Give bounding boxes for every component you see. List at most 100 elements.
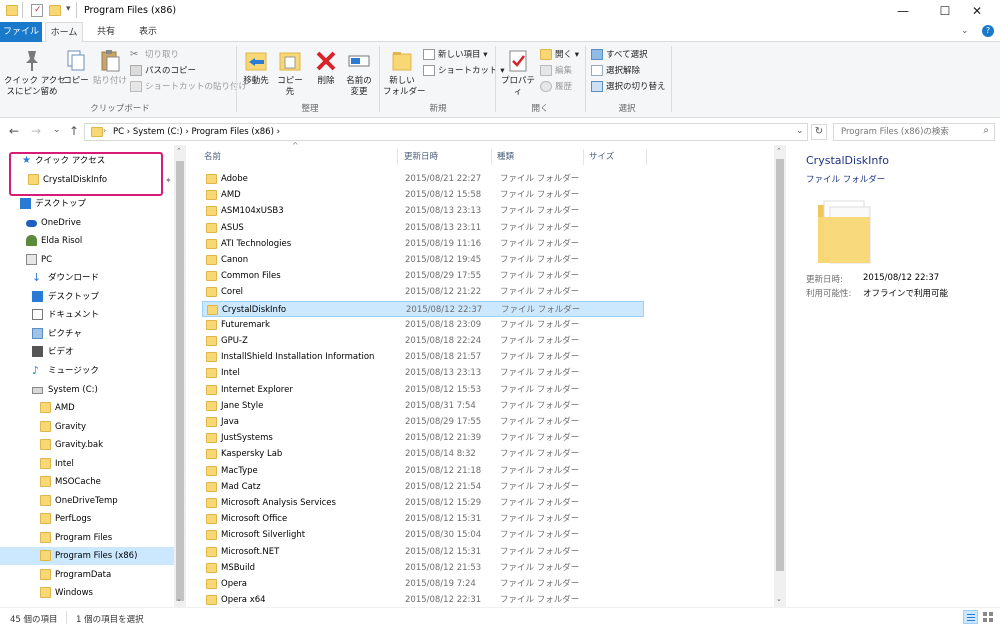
nav-folder[interactable]: MSOCache [0, 473, 174, 491]
table-row[interactable]: ASM104xUSB3 2015/08/13 23:13 ファイル フォルダー [202, 203, 644, 219]
properties-button[interactable]: プロパティ [499, 48, 537, 98]
move-to-button[interactable]: 移動先 [240, 48, 272, 87]
minimize-button[interactable]: — [880, 0, 926, 22]
nav-folder[interactable]: Program Files (x86) [0, 547, 174, 565]
scroll-up-icon[interactable]: ⌃ [176, 147, 182, 155]
nav-user[interactable]: Elda Risol [0, 232, 174, 250]
details-view-icon[interactable] [963, 610, 978, 624]
recent-locations-icon[interactable]: ⌄ [53, 125, 61, 135]
up-arrow-icon[interactable]: ↑ [69, 124, 79, 138]
nav-music[interactable]: ♪ ミュージック [0, 362, 174, 380]
nav-pictures[interactable]: ピクチャ [0, 325, 174, 343]
column-header-name[interactable]: 名前 [204, 150, 221, 162]
list-scrollbar[interactable]: ⌃ ⌄ [774, 145, 786, 607]
table-row[interactable]: JustSystems 2015/08/12 21:39 ファイル フォルダー [202, 430, 644, 446]
invert-selection-button[interactable]: 選択の切り替え [591, 79, 666, 95]
paste-shortcut-button[interactable]: ショートカットの貼り付け [130, 79, 247, 95]
address-bar[interactable]: › PC › System (C:) › Program Files (x86)… [84, 123, 808, 141]
nav-folder[interactable]: OneDriveTemp [0, 492, 174, 510]
table-row[interactable]: GPU-Z 2015/08/18 22:24 ファイル フォルダー [202, 333, 644, 349]
shortcut-button[interactable]: ショートカット ▾ [423, 63, 504, 79]
nav-documents[interactable]: ドキュメント [0, 306, 174, 324]
refresh-icon[interactable]: ↻ [811, 124, 827, 140]
column-divider[interactable] [397, 149, 398, 165]
table-row[interactable]: Microsoft.NET 2015/08/12 15:31 ファイル フォルダー [202, 544, 644, 560]
nav-folder[interactable]: PerfLogs [0, 510, 174, 528]
back-arrow-icon[interactable]: ← [9, 124, 19, 138]
help-icon[interactable]: ? [982, 25, 994, 37]
nav-folder[interactable]: AMD [0, 399, 174, 417]
nav-onedrive[interactable]: OneDrive [0, 214, 174, 232]
column-header-type[interactable]: 種類 [497, 150, 514, 162]
address-dropdown-icon[interactable]: ⌄ [796, 126, 804, 136]
table-row[interactable]: Opera 2015/08/19 7:24 ファイル フォルダー [202, 576, 644, 592]
copy-to-button[interactable]: コピー先 [274, 48, 306, 98]
table-row[interactable]: Common Files 2015/08/29 17:55 ファイル フォルダー [202, 268, 644, 284]
table-row[interactable]: Kaspersky Lab 2015/08/14 8:32 ファイル フォルダー [202, 446, 644, 462]
cut-button[interactable]: ✂ 切り取り [130, 47, 179, 63]
nav-desktop[interactable]: デスクトップ [0, 195, 174, 213]
history-button[interactable]: 履歴 [540, 79, 572, 95]
nav-system-drive[interactable]: System (C:) [0, 381, 174, 399]
nav-scrollbar[interactable]: ⌃ ⌄ [174, 145, 186, 607]
nav-folder[interactable]: Intel [0, 455, 174, 473]
copy-button[interactable]: コピー [62, 48, 90, 87]
large-icons-view-icon[interactable] [981, 610, 995, 624]
close-button[interactable]: ✕ [954, 0, 1000, 22]
table-row[interactable]: AMD 2015/08/12 15:58 ファイル フォルダー [202, 187, 644, 203]
table-row[interactable]: Intel 2015/08/13 23:13 ファイル フォルダー [202, 365, 644, 381]
tab-file[interactable]: ファイル [0, 22, 42, 42]
ribbon-collapse-icon[interactable]: ⌄ [961, 26, 969, 36]
table-row[interactable]: MSBuild 2015/08/12 21:53 ファイル フォルダー [202, 560, 644, 576]
select-none-button[interactable]: 選択解除 [591, 63, 640, 79]
table-row[interactable]: Java 2015/08/29 17:55 ファイル フォルダー [202, 414, 644, 430]
pin-quick-access-button[interactable]: クイック アクセ スにピン留め [4, 48, 66, 98]
table-row[interactable]: Canon 2015/08/12 19:45 ファイル フォルダー [202, 252, 644, 268]
breadcrumb[interactable]: PC › System (C:) › Program Files (x86) › [113, 127, 280, 137]
table-row[interactable]: Futuremark 2015/08/18 23:09 ファイル フォルダー [202, 317, 644, 333]
table-row[interactable]: Microsoft Analysis Services 2015/08/12 15… [202, 495, 644, 511]
nav-pc[interactable]: PC [0, 251, 174, 269]
column-divider[interactable] [583, 149, 584, 165]
search-box[interactable]: ⌕ [833, 123, 995, 141]
tab-share[interactable]: 共有 [88, 22, 124, 42]
new-folder-button[interactable]: 新しい フォルダー [383, 48, 426, 98]
edit-button[interactable]: 編集 [540, 63, 572, 79]
table-row[interactable]: Internet Explorer 2015/08/12 15:53 ファイル フォ… [202, 382, 644, 398]
properties-qat-icon[interactable]: ✓ [31, 4, 43, 17]
nav-desktop-2[interactable]: デスクトップ [0, 288, 174, 306]
table-row[interactable]: InstallShield Installation Information 20… [202, 349, 644, 365]
copy-path-button[interactable]: パスのコピー [130, 63, 196, 79]
new-item-button[interactable]: 新しい項目 ▾ [423, 47, 487, 63]
column-divider[interactable] [491, 149, 492, 165]
table-row[interactable]: Mad Catz 2015/08/12 21:54 ファイル フォルダー [202, 479, 644, 495]
table-row[interactable]: Microsoft Office 2015/08/12 15:31 ファイル フォル… [202, 511, 644, 527]
table-row[interactable]: ASUS 2015/08/13 23:11 ファイル フォルダー [202, 220, 644, 236]
table-row[interactable]: Corel 2015/08/12 21:22 ファイル フォルダー [202, 284, 644, 300]
table-row[interactable]: ATI Technologies 2015/08/19 11:16 ファイル フォル… [202, 236, 644, 252]
select-all-button[interactable]: すべて選択 [591, 47, 648, 63]
column-header-date[interactable]: 更新日時 [404, 150, 438, 162]
nav-downloads[interactable]: ↓ ダウンロード [0, 269, 174, 287]
nav-videos[interactable]: ビデオ [0, 343, 174, 361]
table-row[interactable]: Adobe 2015/08/21 22:27 ファイル フォルダー [202, 171, 644, 187]
nav-folder[interactable]: Gravity [0, 418, 174, 436]
tab-view[interactable]: 表示 [130, 22, 166, 42]
column-divider[interactable] [646, 149, 647, 165]
delete-button[interactable]: 削除 [312, 48, 340, 87]
scrollbar-thumb[interactable] [776, 159, 784, 571]
table-row[interactable]: Jane Style 2015/08/31 7:54 ファイル フォルダー [202, 398, 644, 414]
nav-folder[interactable]: Gravity.bak [0, 436, 174, 454]
forward-arrow-icon[interactable]: → [31, 124, 41, 138]
scrollbar-thumb[interactable] [176, 161, 184, 601]
rename-button[interactable]: 名前の 変更 [342, 48, 376, 98]
open-button[interactable]: 開く ▾ [540, 47, 579, 63]
column-header-size[interactable]: サイズ [589, 150, 614, 162]
nav-folder[interactable]: ProgramData [0, 566, 174, 584]
table-row[interactable]: CrystalDiskInfo 2015/08/12 22:37 ファイル フォルダ… [202, 300, 644, 317]
scroll-down-icon[interactable]: ⌄ [776, 595, 782, 603]
scroll-up-icon[interactable]: ⌃ [776, 147, 782, 155]
scroll-down-icon[interactable]: ⌄ [176, 595, 182, 603]
tab-home[interactable]: ホーム [45, 22, 83, 43]
table-row[interactable]: Opera x64 2015/08/12 22:31 ファイル フォルダー [202, 592, 644, 608]
